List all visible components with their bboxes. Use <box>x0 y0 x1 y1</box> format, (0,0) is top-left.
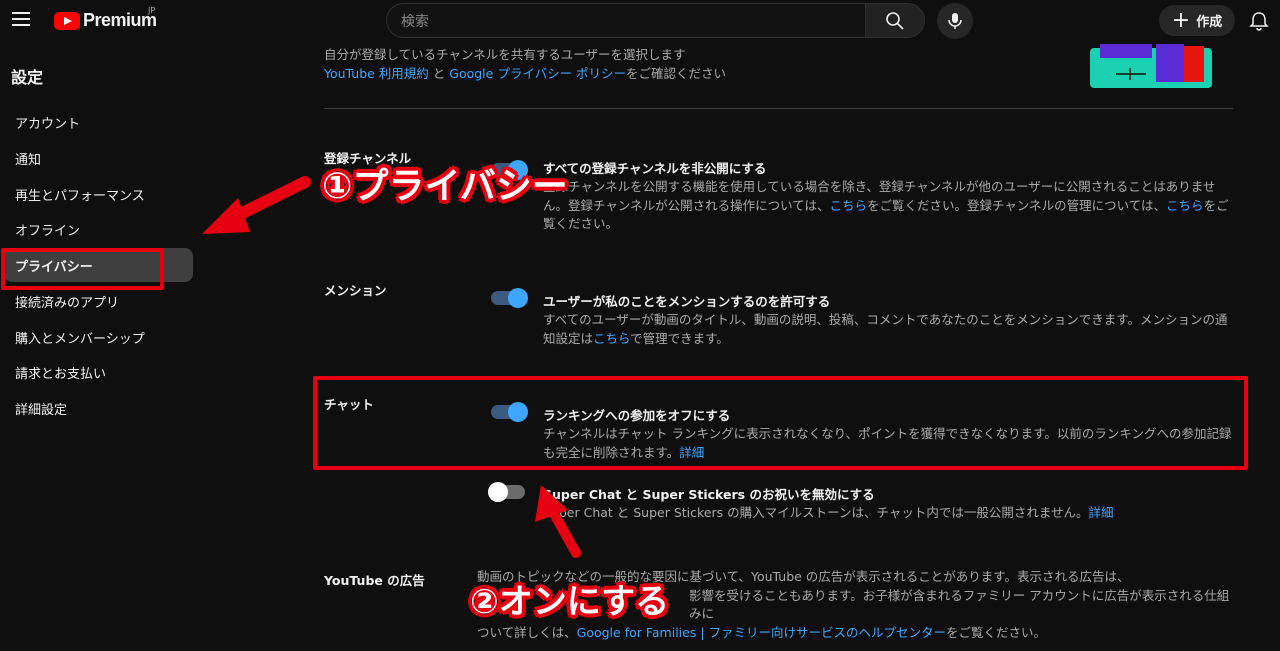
superchat-celebration-title: Super Chat と Super Stickers のお祝いを無効にする <box>543 487 875 502</box>
superchat-celebration-description: Super Chat と Super Stickers の購入マイルストーンは、… <box>543 504 1235 523</box>
subscriptions-private-title: すべての登録チャンネルを非公開にする <box>543 161 767 176</box>
subscriptions-desc-b: をご覧ください。登録チャンネルの管理については、 <box>867 197 1167 213</box>
subscriptions-link-2[interactable]: こちら <box>1166 198 1204 213</box>
mentions-toggle[interactable] <box>491 288 528 308</box>
families-help-link[interactable]: Google for Families | ファミリー向けサービスのヘルプセンタ… <box>577 625 946 640</box>
subscriptions-link-1[interactable]: こちら <box>830 198 868 213</box>
mentions-link[interactable]: こちら <box>593 331 630 346</box>
superchat-learn-more-link[interactable]: 詳細 <box>1089 505 1114 520</box>
chat-ranking-highlight-box <box>313 376 1248 470</box>
subscriptions-private-description: 登録チャンネルを公開する機能を使用している場合を除き、登録チャンネルが他のユーザ… <box>543 178 1235 234</box>
ads-section-label: YouTube の広告 <box>324 573 425 588</box>
mentions-desc-b: で管理できます。 <box>630 330 729 346</box>
intro-and: と <box>428 66 450 81</box>
superchat-celebration-toggle[interactable] <box>488 482 525 502</box>
mentions-description: すべてのユーザーが動画のタイトル、動画の説明、投稿、コメントであなたのことをメン… <box>543 311 1235 348</box>
ads-line-3: ついて詳しくは、Google for Families | ファミリー向けサービ… <box>477 624 1237 643</box>
privacy-settings-content: 自分が登録しているチャンネルを共有するユーザーを選択します YouTube 利用… <box>0 0 1280 651</box>
toggle-knob <box>488 482 508 502</box>
privacy-illustration <box>1090 44 1212 88</box>
superchat-desc: Super Chat と Super Stickers の購入マイルストーンは、… <box>543 505 1089 520</box>
ads-line-3-suffix: をご覧ください。 <box>946 624 1047 640</box>
mentions-section-label: メンション <box>324 283 387 298</box>
intro-text: 自分が登録しているチャンネルを共有するユーザーを選択します <box>324 47 686 62</box>
intro-suffix: をご確認ください <box>626 66 727 81</box>
privacy-highlight-box <box>1 248 164 290</box>
privacy-policy-link[interactable]: Google プライバシー ポリシー <box>449 66 626 81</box>
toggle-knob <box>508 288 528 308</box>
terms-link[interactable]: YouTube 利用規約 <box>324 66 429 81</box>
section-divider <box>324 108 1233 109</box>
intro-policy-line: YouTube 利用規約 と Google プライバシー ポリシーをご確認くださ… <box>324 63 726 82</box>
annotation-step-1: ①プライバシー <box>322 166 568 207</box>
ads-line-3-prefix: ついて詳しくは、 <box>477 624 577 640</box>
annotation-step-2: ②オンにする <box>470 582 670 622</box>
mentions-title: ユーザーが私のことをメンションするのを許可する <box>543 294 831 309</box>
